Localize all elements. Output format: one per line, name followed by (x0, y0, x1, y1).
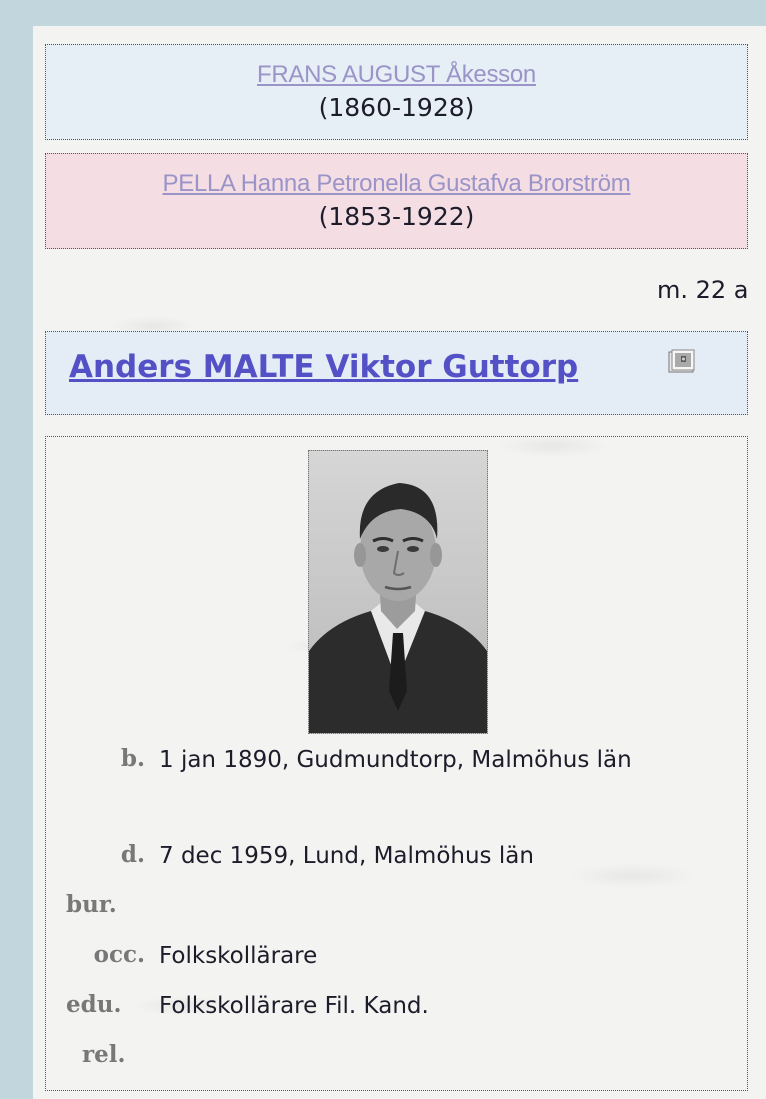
mother-box: PELLA Hanna Petronella Gustafva Brorströ… (45, 153, 748, 249)
fact-occupation: occ. Folkskollärare (46, 938, 749, 988)
fact-label-death: d. (120, 841, 145, 868)
fact-burial: bur. (46, 888, 749, 938)
fact-birth: b. 1 jan 1890, Gudmundtorp, Malmöhus län (46, 742, 749, 834)
fact-value-death: 7 dec 1959, Lund, Malmöhus län (159, 843, 534, 869)
portrait-photo[interactable] (308, 450, 488, 734)
fact-label-occupation: occ. (93, 941, 145, 968)
facts-list: b. 1 jan 1890, Gudmundtorp, Malmöhus län… (46, 742, 749, 1086)
fact-religion: rel. (46, 1038, 749, 1086)
fact-label-education: edu. (66, 991, 122, 1018)
family-page: FRANS AUGUST Åkesson (1860-1928) PELLA H… (33, 26, 766, 1099)
mother-years: (1853-1922) (318, 202, 475, 231)
person-header-box: Anders MALTE Viktor Guttorp (45, 331, 748, 415)
fact-value-occupation: Folkskollärare (159, 943, 318, 969)
fact-value-education: Folkskollärare Fil. Kand. (159, 993, 429, 1019)
fact-label-burial: bur. (66, 891, 117, 918)
person-details-box: b. 1 jan 1890, Gudmundtorp, Malmöhus län… (45, 436, 748, 1091)
fact-value-birth: 1 jan 1890, Gudmundtorp, Malmöhus län (159, 747, 632, 773)
father-box: FRANS AUGUST Åkesson (1860-1928) (45, 44, 748, 140)
photo-album-icon[interactable] (668, 349, 696, 375)
portrait-image (309, 451, 487, 733)
marriage-info: m. 22 a (657, 276, 749, 304)
fact-education: edu. Folkskollärare Fil. Kand. (46, 988, 749, 1038)
father-name-link[interactable]: FRANS AUGUST Åkesson (46, 61, 747, 89)
fact-label-religion: rel. (82, 1041, 126, 1068)
father-years: (1860-1928) (318, 93, 475, 122)
person-name-link[interactable]: Anders MALTE Viktor Guttorp (69, 349, 578, 385)
mother-name-link[interactable]: PELLA Hanna Petronella Gustafva Brorströ… (46, 170, 747, 198)
fact-label-birth: b. (120, 745, 145, 772)
fact-death: d. 7 dec 1959, Lund, Malmöhus län (46, 838, 749, 888)
